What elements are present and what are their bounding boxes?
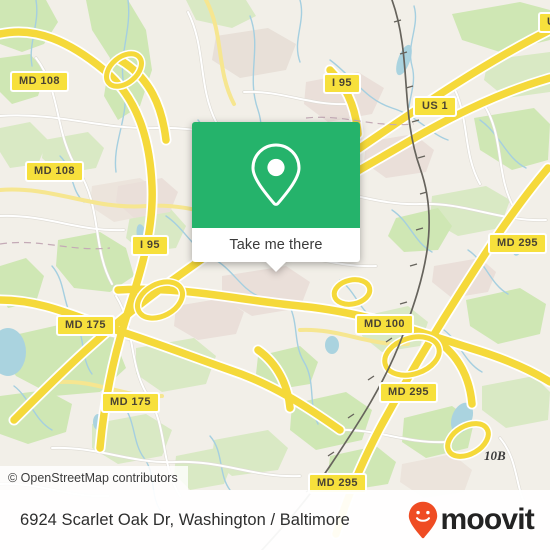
exit-label: 10B — [484, 448, 506, 463]
bottom-bar: 6924 Scarlet Oak Dr, Washington / Baltim… — [0, 490, 550, 550]
road-shield: MD 108 — [10, 71, 69, 92]
popup-footer[interactable]: Take me there — [192, 228, 360, 272]
map-pin-icon — [251, 143, 301, 206]
road-shield: MD 175 — [101, 392, 160, 413]
road-shield: US 1 — [413, 96, 458, 117]
moovit-smiley-pin-icon — [409, 501, 438, 539]
road-shield: MD 295 — [488, 233, 547, 254]
road-shield: MD 108 — [25, 161, 84, 182]
take-me-there-label: Take me there — [229, 237, 323, 253]
moovit-wordmark: moovit — [440, 503, 534, 536]
map-screenshot: .wt { fill:#aad3df; } .wtl { stroke:#a5c… — [0, 0, 550, 550]
popup-header — [192, 122, 360, 228]
road-shield: I 95 — [323, 73, 361, 94]
road-shield: MD 100 — [355, 314, 414, 335]
osm-attribution-text: © OpenStreetMap contributors — [8, 471, 178, 485]
road-shield: MD 295 — [379, 382, 438, 403]
road-shield: MD 175 — [56, 315, 115, 336]
osm-attribution[interactable]: © OpenStreetMap contributors — [0, 466, 188, 490]
moovit-logo[interactable]: moovit — [408, 501, 535, 539]
road-shield: U — [538, 12, 550, 33]
road-shield: I 95 — [131, 235, 169, 256]
address-label: 6924 Scarlet Oak Dr, Washington / Baltim… — [20, 510, 350, 529]
popup-pointer-tail — [265, 261, 287, 272]
location-popup-card[interactable]: Take me there — [192, 122, 360, 272]
